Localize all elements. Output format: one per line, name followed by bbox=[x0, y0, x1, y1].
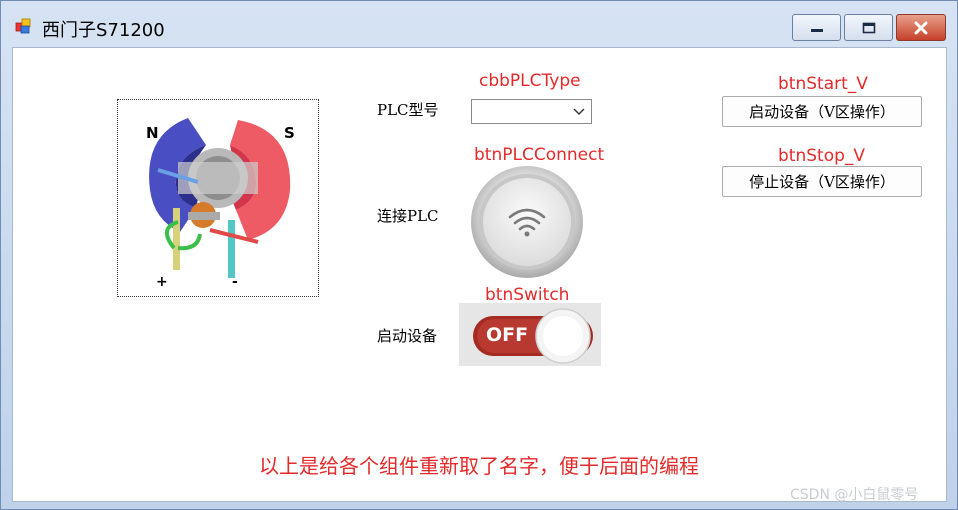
close-button[interactable] bbox=[896, 14, 946, 41]
minimize-icon bbox=[810, 28, 823, 32]
window-title: 西门子S71200 bbox=[42, 20, 165, 41]
label-plc-type: PLC型号 bbox=[377, 101, 439, 119]
start-device-switch[interactable]: OFF bbox=[459, 303, 601, 366]
maximize-icon bbox=[862, 22, 875, 33]
south-label: S bbox=[284, 124, 295, 142]
label-connect-plc: 连接PLC bbox=[377, 207, 439, 225]
annotation-btnswitch: btnSwitch bbox=[485, 285, 570, 305]
start-v-button[interactable]: 启动设备（V区操作） bbox=[722, 96, 922, 127]
annotation-btnstart-v: btnStart_V bbox=[778, 74, 868, 94]
switch-state-label: OFF bbox=[486, 324, 529, 346]
chevron-down-icon bbox=[573, 108, 585, 115]
minimize-button[interactable] bbox=[792, 14, 841, 41]
stop-v-button[interactable]: 停止设备（V区操作） bbox=[722, 166, 922, 197]
footer-note: 以上是给各个组件重新取了名字，便于后面的编程 bbox=[259, 454, 699, 478]
minus-label: - bbox=[232, 274, 238, 290]
plc-connect-button[interactable] bbox=[461, 165, 591, 282]
north-label: N bbox=[146, 124, 159, 142]
annotation-btnstop-v: btnStop_V bbox=[778, 146, 866, 166]
motor-picture: N S + - bbox=[117, 99, 319, 297]
motor-illustration: N S + - bbox=[118, 100, 318, 296]
maximize-button[interactable] bbox=[844, 14, 893, 41]
annotation-cbbplctype: cbbPLCType bbox=[479, 71, 581, 91]
app-icon bbox=[15, 18, 31, 34]
title-bar[interactable]: 西门子S71200 bbox=[1, 1, 957, 47]
annotation-btnplcconnect: btnPLCConnect bbox=[474, 145, 605, 165]
close-icon bbox=[914, 21, 928, 34]
watermark: CSDN @小白鼠零号 bbox=[790, 487, 919, 503]
plus-label: + bbox=[156, 274, 168, 290]
label-start-device: 启动设备 bbox=[377, 327, 438, 345]
plc-type-combobox[interactable] bbox=[471, 99, 592, 124]
